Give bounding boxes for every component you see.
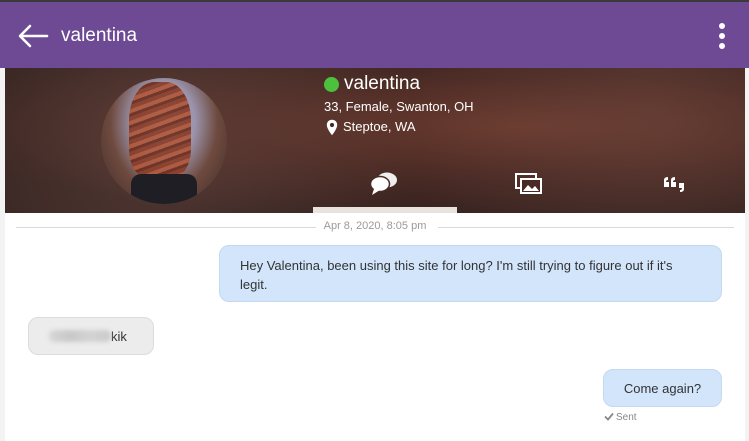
online-status-indicator xyxy=(324,77,339,92)
photos-icon xyxy=(515,173,542,194)
active-tab-indicator xyxy=(313,207,457,213)
checkmark-icon xyxy=(604,412,614,421)
location-pin-icon xyxy=(326,119,338,136)
message-outgoing[interactable]: Come again? xyxy=(603,369,722,407)
redacted-text xyxy=(49,330,111,342)
more-options-button[interactable] xyxy=(717,23,727,51)
date-separator: Apr 8, 2020, 8:05 pm xyxy=(16,219,734,235)
tab-about[interactable] xyxy=(660,172,690,196)
profile-location: Steptoe, WA xyxy=(343,119,416,134)
more-vertical-icon xyxy=(719,23,725,29)
avatar[interactable] xyxy=(101,78,227,204)
date-separator-text: Apr 8, 2020, 8:05 pm xyxy=(315,220,435,232)
profile-details: 33, Female, Swanton, OH xyxy=(324,99,474,114)
tab-chat[interactable] xyxy=(369,172,400,196)
profile-banner: valentina 33, Female, Swanton, OH Stepto… xyxy=(5,68,745,213)
message-status-text: Sent xyxy=(616,412,637,423)
message-incoming-text: kik xyxy=(111,329,127,344)
message-status: Sent xyxy=(604,412,637,423)
chat-panel: valentina 33, Female, Swanton, OH Stepto… xyxy=(5,68,745,441)
arrow-left-icon xyxy=(18,24,49,48)
tab-photos[interactable] xyxy=(514,172,544,196)
message-incoming[interactable]: kik xyxy=(28,317,154,355)
profile-name[interactable]: valentina xyxy=(344,73,420,95)
back-button[interactable] xyxy=(16,22,50,50)
quote-icon xyxy=(664,177,684,192)
top-app-bar: valentina xyxy=(0,0,749,68)
message-outgoing[interactable]: Hey Valentina, been using this site for … xyxy=(219,245,722,302)
chat-title: valentina xyxy=(61,25,138,46)
chat-bubbles-icon xyxy=(369,172,397,195)
